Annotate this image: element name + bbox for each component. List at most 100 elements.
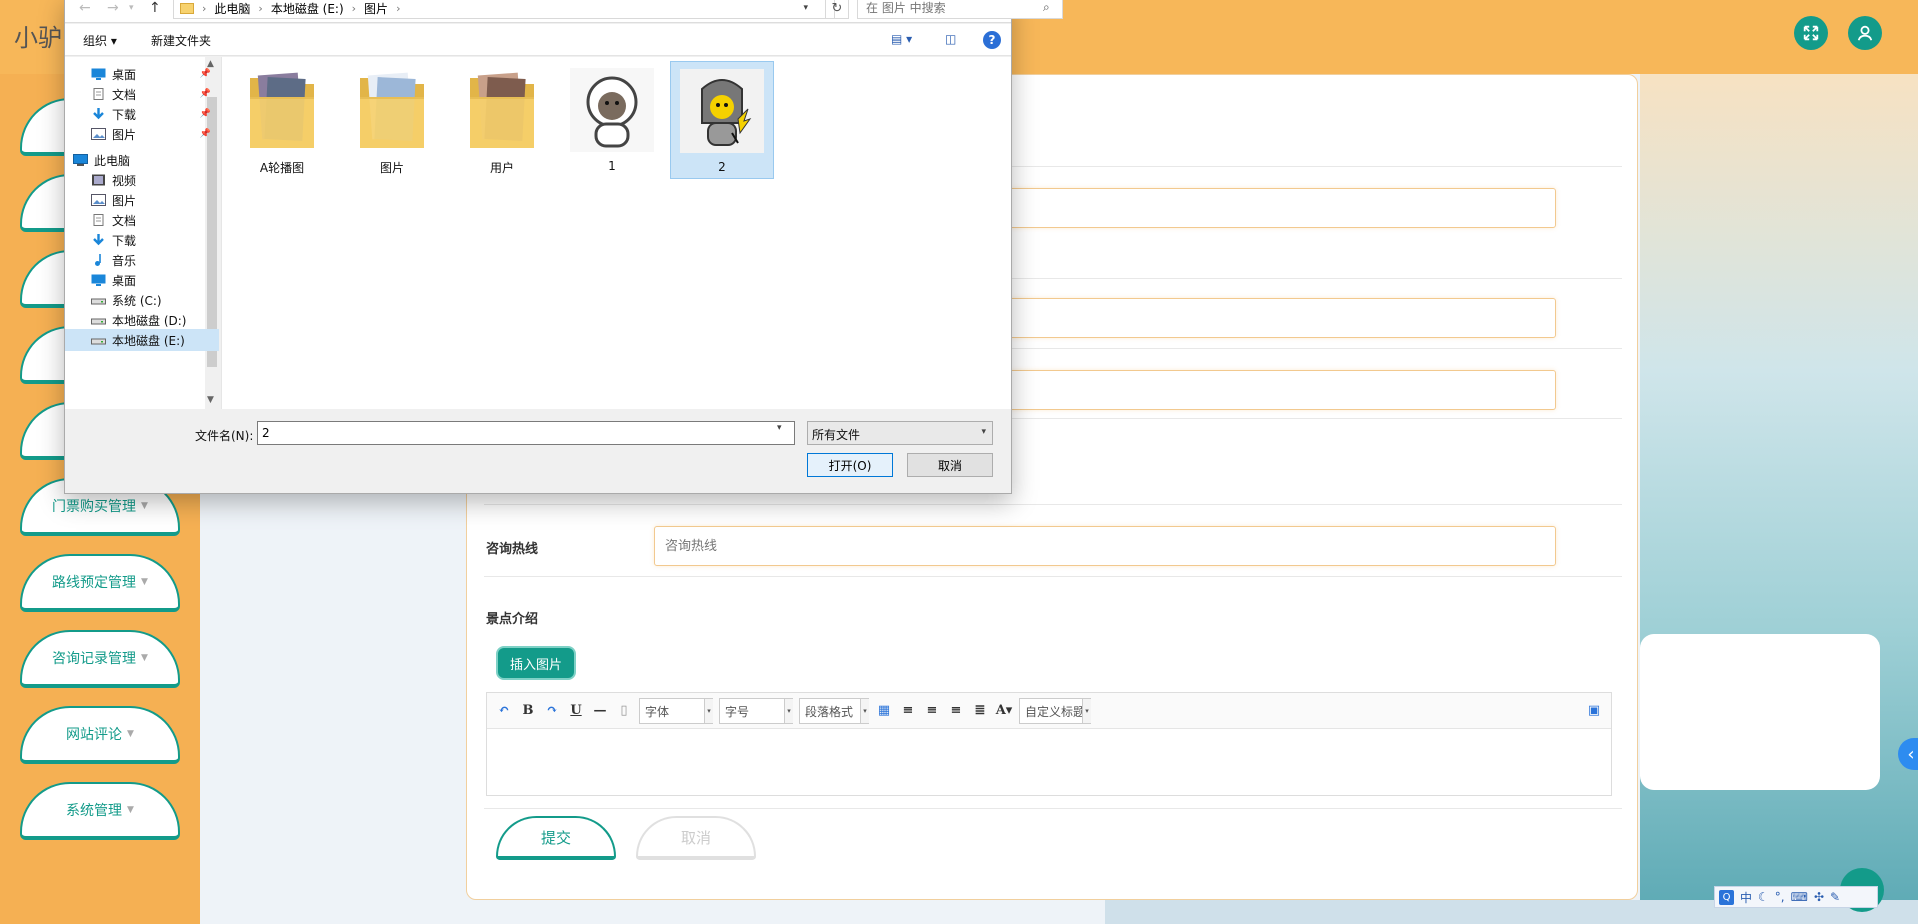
font-color-icon[interactable]: A▾ [995, 702, 1013, 720]
align-right-icon[interactable]: ≡ [923, 702, 941, 720]
drive-icon [91, 294, 106, 306]
table-icon[interactable]: ▦ [875, 702, 893, 720]
pin-icon: 📌 [199, 69, 211, 79]
nav-tree-item[interactable]: 本地磁盘 (D:) [91, 309, 211, 331]
submit-button[interactable]: 提交 [496, 816, 616, 860]
keyboard-icon[interactable]: ⌨ [1791, 890, 1808, 904]
skin-icon[interactable]: ✣ [1814, 890, 1824, 904]
address-bar[interactable]: › 此电脑 › 本地磁盘 (E:) › 图片 › ▾ [173, 0, 835, 19]
folder-item[interactable]: 图片 [340, 61, 444, 179]
paragraph-select[interactable]: 段落格式 ▾ [799, 697, 869, 724]
rich-text-editor[interactable]: ↶ B ↷ U — ▯ 字体 ▾ 字号 ▾ 段落格式 ▾ ▦ ≡ ≡ ≡ ≣ A▾ 自… [486, 692, 1612, 796]
align-center-icon[interactable]: ≡ [947, 702, 965, 720]
wrench-icon[interactable]: ✎ [1830, 890, 1840, 904]
sidebar-item-routes[interactable]: 路线预定管理 ▼ [20, 554, 180, 612]
align-left-icon[interactable]: ≡ [899, 702, 917, 720]
file-name: A轮播图 [259, 161, 305, 175]
sidebar-item-comments[interactable]: 网站评论 ▼ [20, 706, 180, 764]
chevron-down-icon: ▼ [127, 805, 134, 815]
divider [484, 504, 1622, 505]
nav-tree-item[interactable]: 下载 [91, 229, 211, 251]
chevron-down-icon[interactable]: ▾ [803, 3, 808, 13]
organize-button[interactable]: 组织 ▾ [83, 32, 117, 49]
nav-tree-item[interactable]: 图片 📌 [91, 123, 211, 145]
breadcrumb-item[interactable]: 此电脑 [214, 0, 250, 17]
chevron-down-icon[interactable]: ▾ [777, 423, 782, 433]
desktop-icon [91, 68, 106, 80]
moon-icon[interactable]: ☾ [1758, 890, 1769, 904]
open-button[interactable]: 打开(O) [807, 453, 893, 477]
size-select[interactable]: 字号 ▾ [719, 697, 793, 724]
align-justify-icon[interactable]: ≣ [971, 702, 989, 720]
file-name: 2 [718, 160, 726, 174]
filetype-select[interactable]: 所有文件 ▾ [807, 421, 993, 445]
custom-title-select[interactable]: 自定义标题 ▾ [1019, 697, 1091, 724]
hotline-label: 咨询热线 [486, 542, 539, 557]
nav-tree-item[interactable]: 文档 📌 [91, 83, 211, 105]
preview-pane-icon[interactable]: ◫ [945, 32, 956, 46]
nav-tree-item[interactable]: 文档 [91, 209, 211, 231]
nav-tree-label: 下载 [112, 107, 137, 122]
pin-icon: 📌 [199, 129, 211, 139]
ime-toolbar[interactable]: Q 中 ☾ °, ⌨ ✣ ✎ [1714, 886, 1878, 908]
help-icon[interactable]: ? [983, 31, 1001, 49]
page-icon[interactable]: ▯ [615, 702, 633, 720]
image-thumbnail [677, 66, 767, 156]
ime-lang[interactable]: 中 [1740, 889, 1752, 906]
nav-tree-item[interactable]: 系统 (C:) [91, 289, 211, 311]
forward-arrow-icon[interactable]: → [107, 0, 119, 16]
hotline-field[interactable] [654, 526, 1556, 566]
folder-item[interactable]: 用户 [450, 61, 554, 179]
breadcrumb-item[interactable]: 图片 [364, 0, 388, 17]
user-icon[interactable] [1848, 16, 1882, 50]
new-folder-button[interactable]: 新建文件夹 [151, 32, 211, 49]
search-icon[interactable]: ⌕ [1043, 0, 1050, 15]
scroll-down-icon[interactable]: ▼ [207, 395, 214, 405]
dialog-cancel-button[interactable]: 取消 [907, 453, 993, 477]
insert-image-button[interactable]: 插入图片 [496, 646, 576, 680]
nav-tree-item[interactable]: 此电脑 [73, 149, 193, 171]
bold-icon[interactable]: B [519, 702, 537, 720]
view-options-icon[interactable]: ▤ ▾ [891, 32, 912, 46]
search-input[interactable] [857, 0, 1063, 19]
nav-tree-label: 文档 [112, 87, 137, 102]
document-icon [91, 214, 106, 226]
font-select[interactable]: 字体 ▾ [639, 697, 713, 724]
divider [484, 808, 1622, 809]
nav-tree-item[interactable]: 图片 [91, 189, 211, 211]
nav-tree-item[interactable]: 本地磁盘 (E:) [65, 329, 219, 351]
underline-icon[interactable]: U [567, 702, 585, 720]
breadcrumb-item[interactable]: 本地磁盘 (E:) [271, 0, 344, 17]
html-source-icon[interactable]: ▣ [1585, 702, 1603, 720]
sidebar-item-consult[interactable]: 咨询记录管理 ▼ [20, 630, 180, 688]
up-arrow-icon[interactable]: ↑ [149, 0, 161, 16]
nav-tree-item[interactable]: 桌面 [91, 269, 211, 291]
nav-tree-item[interactable]: 下载 📌 [91, 103, 211, 125]
nav-tree-label: 本地磁盘 (E:) [112, 333, 185, 348]
punctuation-icon[interactable]: °, [1775, 890, 1785, 904]
folder-icon [237, 65, 327, 155]
recent-dropdown-icon[interactable]: ▾ [129, 3, 134, 13]
image-file-item[interactable]: 1 [560, 61, 664, 179]
hotline-input[interactable] [655, 527, 1555, 565]
file-name: 1 [608, 159, 616, 173]
horizontal-rule-icon[interactable]: — [591, 702, 609, 720]
nav-tree-item[interactable]: 视频 [91, 169, 211, 191]
nav-tree-item[interactable]: 音乐 [91, 249, 211, 271]
folder-item[interactable]: A轮播图 [230, 61, 334, 179]
drive-icon [91, 334, 106, 346]
filename-input[interactable] [257, 421, 795, 445]
nav-tree-item[interactable]: 桌面 📌 [91, 63, 211, 85]
redo-icon[interactable]: ↷ [543, 702, 561, 720]
refresh-icon[interactable]: ↻ [825, 0, 849, 19]
sidebar-item-system[interactable]: 系统管理 ▼ [20, 782, 180, 840]
cancel-button[interactable]: 取消 [636, 816, 756, 860]
file-name: 用户 [489, 161, 514, 175]
address-row: ← → ▾ ↑ › 此电脑 › 本地磁盘 (E:) › 图片 › ▾ ↻ ⌕ [65, 0, 1063, 23]
back-arrow-icon[interactable]: ← [79, 0, 91, 16]
video-icon [91, 174, 106, 186]
nav-tree-label: 视频 [112, 173, 137, 188]
undo-icon[interactable]: ↶ [495, 702, 513, 720]
fullscreen-icon[interactable] [1794, 16, 1828, 50]
image-file-item[interactable]: 2 [670, 61, 774, 179]
